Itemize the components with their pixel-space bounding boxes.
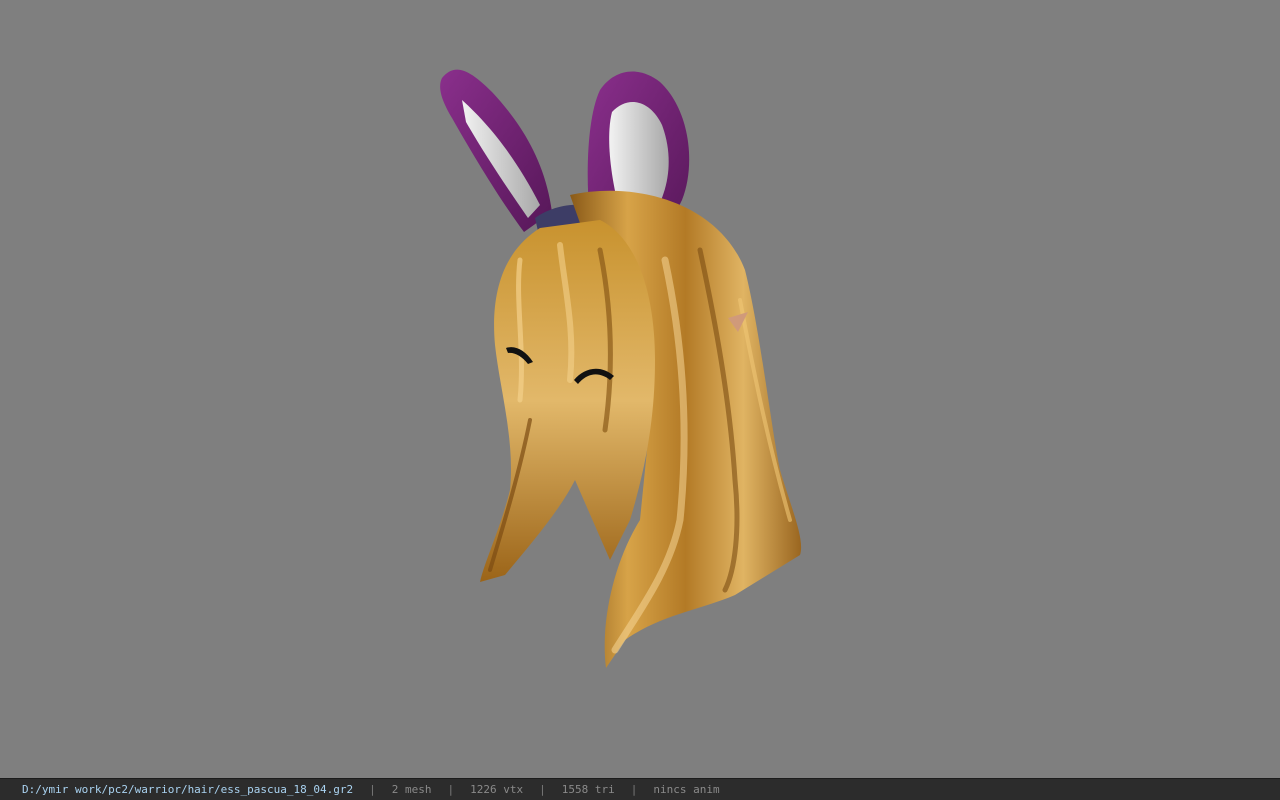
- status-separator: |: [447, 783, 455, 796]
- mesh-count-label: 2 mesh: [391, 783, 432, 796]
- status-bar: D:/ymir work/pc2/warrior/hair/ess_pascua…: [0, 778, 1280, 800]
- vertex-count-label: 1226 vtx: [470, 783, 524, 796]
- status-separator: |: [539, 783, 546, 796]
- 3d-viewport[interactable]: [0, 0, 1280, 778]
- left-bunny-ear: [440, 69, 552, 233]
- status-separator: |: [630, 783, 638, 796]
- front-bangs: [480, 220, 655, 582]
- status-separator: |: [369, 783, 376, 796]
- animation-status-label: nincs anim: [653, 783, 720, 796]
- triangle-count-label: 1558 tri: [561, 783, 615, 796]
- hair-model-render[interactable]: [0, 0, 1280, 778]
- file-path-label: D:/ymir work/pc2/warrior/hair/ess_pascua…: [22, 783, 354, 796]
